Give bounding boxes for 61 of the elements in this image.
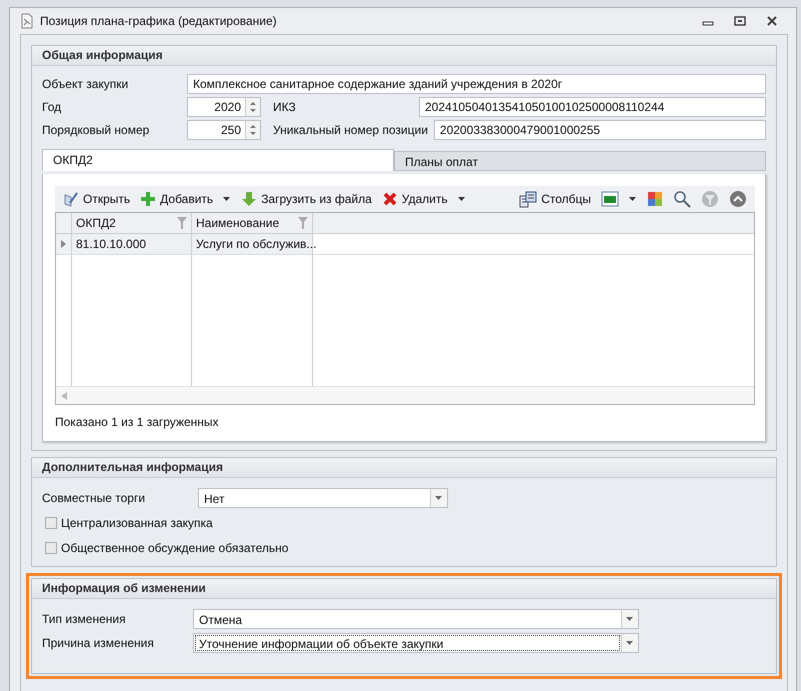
dropdown-field[interactable]: Нет — [198, 488, 448, 508]
plus-icon — [140, 191, 156, 207]
pen-document-icon — [63, 191, 79, 207]
toolbar-button[interactable]: Добавить — [138, 189, 216, 209]
checkbox-label: Централизованная закупка — [61, 516, 213, 530]
window-title: Позиция плана-графика (редактирование) — [40, 14, 277, 28]
dropdown-arrow-icon[interactable] — [435, 496, 443, 500]
dropdown-arrow-icon[interactable] — [626, 616, 634, 622]
toolbar-button[interactable]: Загрузить из файла — [239, 189, 374, 209]
down-arrow-icon — [241, 191, 258, 207]
field-label: Тип изменения — [42, 612, 127, 626]
checkbox[interactable] — [45, 516, 57, 528]
field-label: Год — [42, 100, 62, 114]
table-cell: Услуги по обслужив... — [192, 234, 313, 254]
toolbar-icon-button[interactable] — [599, 189, 621, 209]
spin-arrows-icon[interactable] — [250, 101, 256, 113]
field-label: Порядковый номер — [42, 123, 150, 137]
status-text: Показано 1 из 1 загруженных — [55, 414, 220, 429]
toolbar-button[interactable]: Удалить — [380, 189, 450, 209]
toolbar-button[interactable]: Открыть — [61, 189, 132, 209]
toolbar-button[interactable]: Столбцы — [517, 188, 593, 210]
field-label: Причина изменения — [42, 636, 155, 650]
dropdown-arrow-icon[interactable] — [458, 196, 466, 202]
table-cell: 81.10.10.000 — [72, 234, 192, 254]
spin-arrows-icon[interactable] — [250, 124, 256, 136]
dropdown-field[interactable]: Отмена — [193, 609, 639, 629]
column-header[interactable]: ОКПД2 — [72, 213, 192, 233]
input-field[interactable]: 202410504013541050100102500008110244 — [419, 97, 766, 117]
spin-field[interactable]: 2020 — [187, 97, 261, 117]
spin-field[interactable]: 250 — [187, 120, 261, 140]
search-icon — [673, 190, 691, 208]
column-header[interactable]: Наименование — [192, 213, 313, 233]
tab[interactable]: ОКПД2 — [42, 149, 394, 171]
field-label: Уникальный номер позиции — [273, 123, 429, 137]
toolbar-icon-button[interactable] — [645, 189, 665, 209]
field-label: Объект закупки — [42, 77, 130, 91]
field-label: Совместные торги — [42, 491, 146, 505]
columns-icon — [519, 190, 538, 208]
section-title: Информация об изменении — [32, 579, 776, 599]
checkbox[interactable] — [45, 542, 57, 554]
section-title: Общая информация — [32, 46, 776, 66]
dropdown-field[interactable]: Уточнение информации об объекте закупки — [193, 633, 639, 653]
input-field[interactable]: Комплексное санитарное содержание зданий учреждения в 2020г — [187, 74, 766, 94]
document-icon — [20, 13, 34, 29]
filter-icon — [701, 190, 719, 208]
checkbox-label: Общественное обсуждение обязательно — [61, 540, 288, 554]
tab[interactable]: Планы оплат — [394, 151, 766, 171]
close-icon[interactable] — [766, 15, 778, 27]
toolbar-icon-button[interactable] — [727, 188, 749, 210]
chevron-up-icon — [729, 190, 747, 208]
maximize-icon[interactable] — [734, 15, 746, 27]
section-title: Дополнительная информация — [32, 458, 776, 478]
color-grid-icon — [647, 191, 663, 207]
input-field[interactable]: 202003383000479001000255 — [434, 120, 766, 140]
spreadsheet-icon — [601, 191, 619, 207]
cross-icon — [382, 191, 398, 207]
horizontal-scrollbar[interactable] — [56, 386, 754, 404]
dropdown-arrow-icon[interactable] — [223, 196, 232, 202]
dropdown-arrow-icon[interactable] — [629, 196, 637, 202]
field-label: ИКЗ — [273, 100, 297, 114]
dropdown-arrow-icon[interactable] — [626, 640, 634, 646]
